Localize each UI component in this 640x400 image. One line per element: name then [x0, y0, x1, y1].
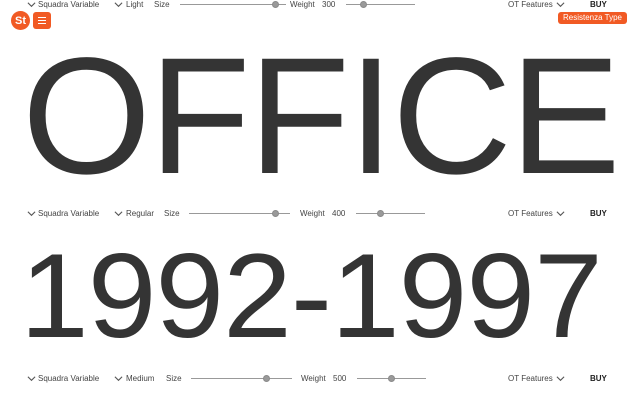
font-style-select[interactable]: Light	[126, 0, 143, 13]
weight-value: 300	[322, 0, 336, 9]
weight-slider[interactable]	[357, 375, 426, 382]
weight-value: 400	[332, 209, 346, 218]
buy-button[interactable]: BUY	[590, 206, 607, 222]
size-slider[interactable]	[189, 210, 290, 217]
size-slider[interactable]	[191, 375, 292, 382]
weight-slider-thumb[interactable]	[388, 375, 395, 382]
font-family-select[interactable]: Squadra Variable	[38, 371, 99, 387]
weight-slider[interactable]	[346, 1, 415, 8]
size-label: Size	[166, 374, 182, 383]
chevron-down-icon[interactable]	[114, 374, 123, 383]
brand-home-link[interactable]: Resistenza Type	[558, 12, 627, 24]
weight-label: Weight	[301, 374, 326, 383]
weight-slider[interactable]	[356, 210, 425, 217]
size-slider[interactable]	[180, 1, 286, 8]
type-specimen-2[interactable]: 1992-1997	[20, 236, 640, 356]
size-label: Size	[164, 209, 180, 218]
chevron-down-icon[interactable]	[556, 209, 565, 218]
weight-value: 500	[333, 374, 347, 383]
size-label: Size	[154, 0, 170, 9]
hamburger-icon	[38, 20, 46, 21]
font-family-select[interactable]: Squadra Variable	[38, 206, 99, 222]
type-tester-toolbar-2: Squadra Variable Regular Size Weight 400…	[0, 206, 640, 222]
type-tester-toolbar-3: Squadra Variable Medium Size Weight 500 …	[0, 371, 640, 387]
chevron-down-icon[interactable]	[27, 209, 36, 218]
chevron-down-icon[interactable]	[556, 374, 565, 383]
type-specimen-1[interactable]: OFFICE	[22, 34, 640, 200]
ot-features-toggle[interactable]: OT Features	[508, 0, 553, 13]
chevron-down-icon[interactable]	[27, 0, 36, 9]
buy-button[interactable]: BUY	[590, 371, 607, 387]
chevron-down-icon[interactable]	[114, 209, 123, 218]
weight-label: Weight	[300, 209, 325, 218]
hamburger-icon	[38, 17, 46, 18]
size-slider-thumb[interactable]	[272, 210, 279, 217]
chevron-down-icon[interactable]	[556, 0, 565, 9]
weight-slider-thumb[interactable]	[377, 210, 384, 217]
font-style-select[interactable]: Medium	[126, 371, 154, 387]
chevron-down-icon[interactable]	[27, 374, 36, 383]
ot-features-toggle[interactable]: OT Features	[508, 206, 553, 222]
size-slider-thumb[interactable]	[263, 375, 270, 382]
font-style-select[interactable]: Regular	[126, 206, 154, 222]
ot-features-toggle[interactable]: OT Features	[508, 371, 553, 387]
weight-slider-thumb[interactable]	[360, 1, 367, 8]
type-tester-toolbar-1: Squadra Variable Light Size Weight 300 O…	[0, 0, 640, 13]
chevron-down-icon[interactable]	[114, 0, 123, 9]
weight-label: Weight	[290, 0, 315, 9]
size-slider-thumb[interactable]	[272, 1, 279, 8]
